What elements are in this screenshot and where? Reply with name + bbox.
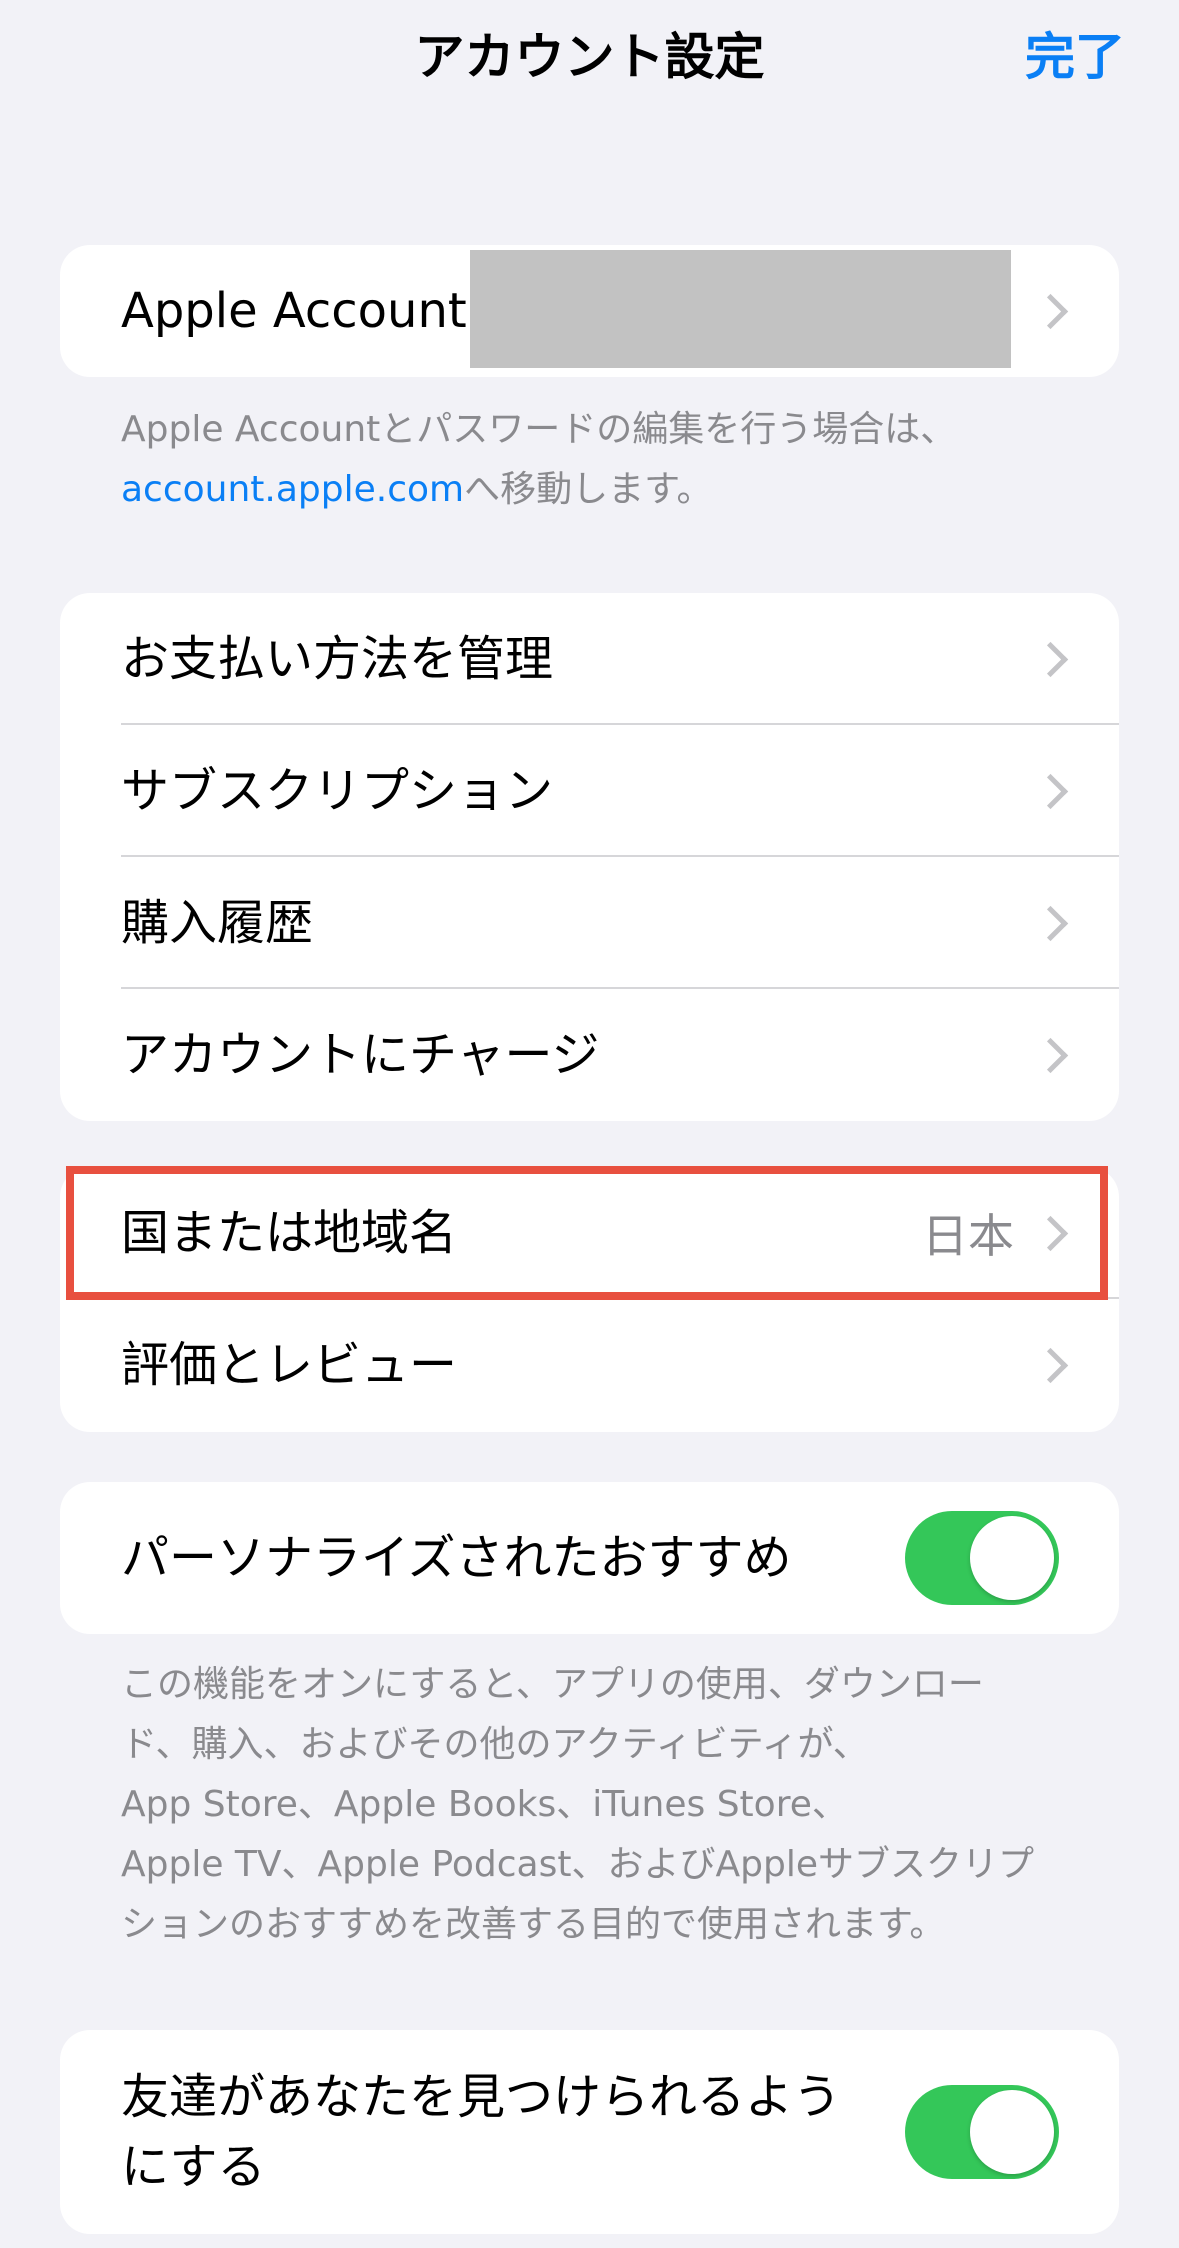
chevron-right-icon bbox=[1032, 293, 1069, 330]
toggle-knob bbox=[970, 1516, 1054, 1600]
chevron-right-icon bbox=[1032, 1347, 1069, 1384]
friends-label-line2: にする bbox=[121, 2139, 266, 2195]
toggle-knob bbox=[970, 2090, 1054, 2174]
country-region-label: 国または地域名 bbox=[121, 1205, 458, 1261]
purchases-group: お支払い方法を管理 サブスクリプション 購入履歴 アカウントにチャージ bbox=[60, 593, 1119, 1121]
payment-methods-label: お支払い方法を管理 bbox=[121, 631, 554, 687]
apple-account-label: Apple Account bbox=[121, 283, 467, 339]
purchase-history-row[interactable]: 購入履歴 bbox=[60, 857, 1119, 989]
account-footnote-suffix: へ移動します。 bbox=[464, 469, 713, 510]
subscriptions-row[interactable]: サブスクリプション bbox=[60, 725, 1119, 857]
account-apple-link[interactable]: account.apple.com bbox=[121, 469, 464, 510]
chevron-right-icon bbox=[1032, 905, 1069, 942]
friends-label-line1: 友達があなたを見つけられるよう bbox=[121, 2069, 842, 2125]
account-footnote: Apple Accountとパスワードの編集を行う場合は、 account.ap… bbox=[121, 400, 1081, 520]
nav-title: アカウント設定 bbox=[414, 28, 765, 86]
redacted-account-id bbox=[470, 250, 1011, 368]
purchase-history-label: 購入履歴 bbox=[121, 895, 314, 951]
chevron-right-icon bbox=[1032, 1215, 1069, 1252]
payment-methods-row[interactable]: お支払い方法を管理 bbox=[60, 593, 1119, 725]
add-funds-label: アカウントにチャージ bbox=[121, 1027, 600, 1083]
region-group: 国または地域名 日本 評価とレビュー bbox=[60, 1167, 1119, 1432]
personalized-label: パーソナライズされたおすすめ bbox=[121, 1530, 792, 1586]
chevron-right-icon bbox=[1032, 1037, 1069, 1074]
friends-label: 友達があなたを見つけられるよう にする bbox=[121, 2062, 901, 2202]
account-footnote-text: Apple Accountとパスワードの編集を行う場合は、 bbox=[121, 409, 957, 450]
personalized-toggle[interactable] bbox=[905, 1511, 1059, 1605]
done-button[interactable]: 完了 bbox=[1025, 22, 1125, 92]
subscriptions-label: サブスクリプション bbox=[121, 763, 554, 819]
footnote-line: App Store、Apple Books、iTunes Store、 bbox=[121, 1784, 848, 1825]
country-region-value: 日本 bbox=[922, 1209, 1014, 1263]
friends-row: 友達があなたを見つけられるよう にする bbox=[60, 2030, 1119, 2234]
country-region-row[interactable]: 国または地域名 日本 bbox=[60, 1167, 1119, 1299]
personalized-group: パーソナライズされたおすすめ bbox=[60, 1482, 1119, 1634]
footnote-line: Apple TV、Apple Podcast、およびAppleサブスクリプ bbox=[121, 1844, 1034, 1885]
footnote-line: この機能をオンにすると、アプリの使用、ダウンロー bbox=[121, 1664, 984, 1705]
apple-account-row[interactable]: Apple Account bbox=[60, 245, 1119, 377]
personalized-row: パーソナライズされたおすすめ bbox=[60, 1482, 1119, 1634]
account-group: Apple Account bbox=[60, 245, 1119, 377]
personalized-footnote: この機能をオンにすると、アプリの使用、ダウンロー ド、購入、およびその他のアクテ… bbox=[121, 1655, 1081, 1955]
friends-toggle[interactable] bbox=[905, 2085, 1059, 2179]
footnote-line: ションのおすすめを改善する目的で使用されます。 bbox=[121, 1904, 946, 1945]
ratings-reviews-row[interactable]: 評価とレビュー bbox=[60, 1299, 1119, 1431]
friends-group: 友達があなたを見つけられるよう にする bbox=[60, 2030, 1119, 2234]
footnote-line: ド、購入、およびその他のアクティビティが、 bbox=[121, 1724, 869, 1765]
ratings-reviews-label: 評価とレビュー bbox=[121, 1337, 458, 1393]
chevron-right-icon bbox=[1032, 641, 1069, 678]
chevron-right-icon bbox=[1032, 773, 1069, 810]
add-funds-row[interactable]: アカウントにチャージ bbox=[60, 989, 1119, 1121]
